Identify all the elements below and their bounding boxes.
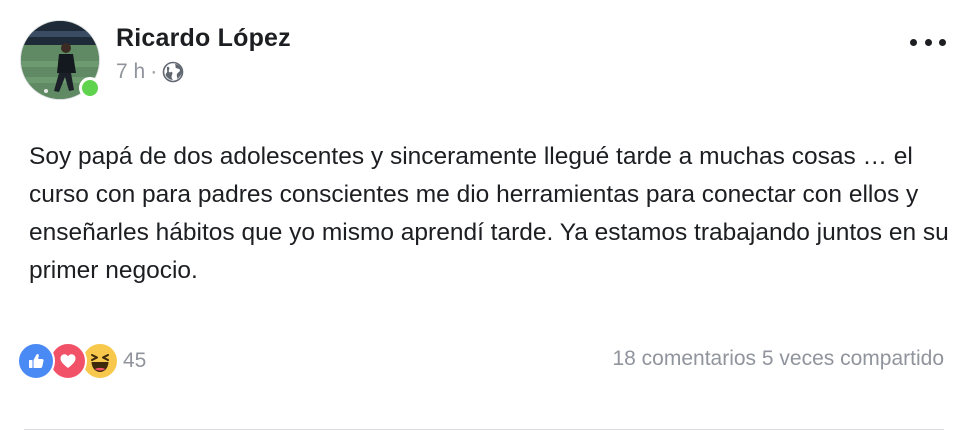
globe-icon[interactable] bbox=[162, 61, 184, 83]
comments-count-link[interactable]: 18 comentarios bbox=[612, 347, 756, 370]
author-name[interactable]: Ricardo López bbox=[116, 24, 291, 53]
reactions-summary[interactable]: 45 bbox=[17, 342, 147, 380]
avatar[interactable] bbox=[20, 20, 101, 100]
post-text: Soy papá de dos adolescentes y sincerame… bbox=[29, 143, 949, 284]
reaction-count: 45 bbox=[123, 349, 147, 372]
like-icon bbox=[17, 342, 55, 380]
post-timestamp[interactable]: 7 h bbox=[116, 60, 145, 84]
facebook-post: Ricardo López 7 h · Soy papá de dos adol… bbox=[0, 0, 968, 434]
online-status-dot bbox=[79, 77, 101, 99]
post-stats: 18 comentarios 5 veces compartido bbox=[612, 347, 944, 371]
more-dot bbox=[939, 38, 946, 46]
shares-count-link[interactable]: 5 veces compartido bbox=[762, 347, 944, 370]
meta-separator: · bbox=[150, 60, 158, 83]
post-meta: 7 h · bbox=[116, 59, 184, 85]
more-options-icon[interactable] bbox=[910, 34, 946, 50]
more-dot bbox=[924, 38, 932, 46]
more-dot bbox=[910, 38, 917, 46]
footer-divider bbox=[24, 429, 944, 430]
